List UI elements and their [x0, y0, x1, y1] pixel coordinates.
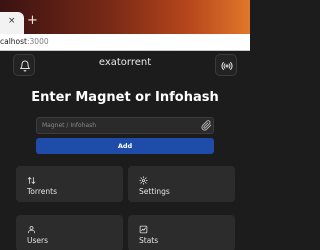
connection-status-button[interactable] — [215, 54, 237, 76]
paperclip-icon[interactable] — [201, 120, 212, 131]
close-tab-icon[interactable]: × — [8, 16, 16, 26]
chart-icon — [139, 225, 148, 234]
magnet-input-wrapper[interactable] — [36, 117, 214, 134]
users-card[interactable]: Users — [16, 215, 123, 250]
bell-icon — [20, 60, 30, 72]
address-bar[interactable]: calhost:3000 — [0, 34, 250, 51]
users-card-label: Users — [27, 236, 49, 245]
broadcast-icon — [221, 61, 233, 71]
add-button[interactable]: Add — [36, 138, 214, 154]
users-icon — [28, 226, 35, 234]
stats-card[interactable]: Stats — [128, 215, 235, 250]
stats-card-label: Stats — [139, 236, 159, 245]
app-container: exatorrent Enter Magnet or Infohash Add … — [0, 51, 250, 250]
url-host: calhost — [0, 37, 27, 46]
settings-card[interactable]: Settings — [128, 166, 235, 202]
notifications-button[interactable] — [13, 54, 35, 76]
gear-icon — [139, 176, 148, 185]
browser-tab-strip: × + — [0, 0, 250, 34]
new-tab-button[interactable]: + — [27, 14, 38, 28]
torrents-card[interactable]: Torrents — [16, 166, 123, 202]
settings-card-label: Settings — [139, 187, 170, 196]
magnet-input[interactable] — [37, 118, 195, 133]
app-title: exatorrent — [98, 57, 152, 68]
sort-arrows-icon — [27, 177, 36, 184]
url-port: :3000 — [27, 37, 49, 46]
page-heading: Enter Magnet or Infohash — [31, 90, 219, 105]
address-url[interactable]: calhost:3000 — [0, 37, 49, 47]
torrents-card-label: Torrents — [27, 187, 57, 196]
